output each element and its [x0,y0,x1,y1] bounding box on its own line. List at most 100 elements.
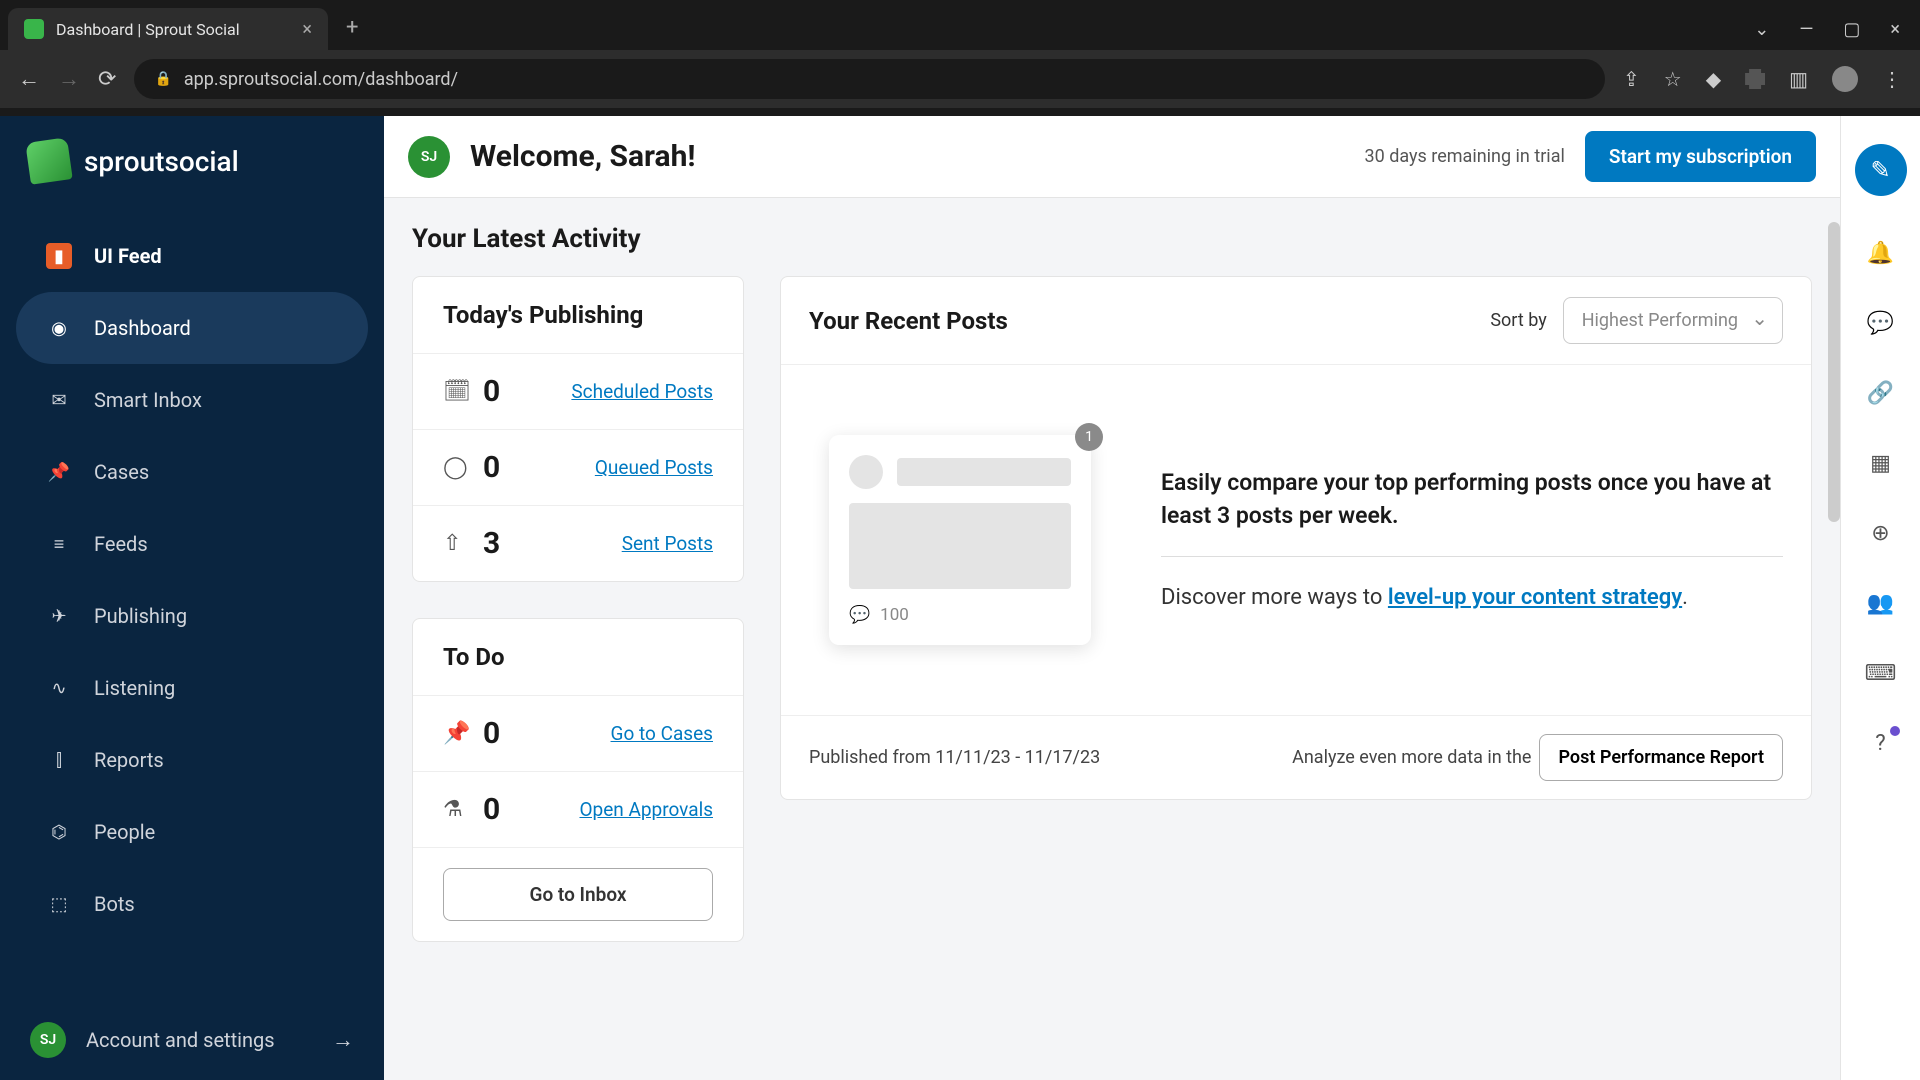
window-controls: ⌄ — ▢ × [1754,19,1920,40]
sidebar-item-feeds[interactable]: ≡ Feeds [16,508,368,580]
url-input[interactable]: 🔒 app.sproutsocial.com/dashboard/ [134,59,1605,99]
queue-icon: ◯ [443,455,473,480]
gauge-icon: ◉ [46,318,72,339]
sidebar-item-bots[interactable]: ⬚ Bots [16,868,368,940]
sidebar-item-reports[interactable]: ⫿ Reports [16,724,368,796]
bookmark-icon[interactable]: ☆ [1664,67,1682,91]
topbar: SJ Welcome, Sarah! 30 days remaining in … [384,116,1840,198]
nav-label: UI Feed [94,244,162,268]
content-scroll[interactable]: Your Latest Activity Today's Publishing … [384,198,1840,1080]
count: 0 [483,792,500,827]
pencil-icon: ✎ [1870,156,1890,184]
sidebar-item-listening[interactable]: ∿ Listening [16,652,368,724]
bot-icon: ⬚ [46,894,72,915]
trial-status: 30 days remaining in trial [1365,146,1565,167]
go-to-inbox-button[interactable]: Go to Inbox [443,868,713,921]
approvals-row: ⚗ 0 Open Approvals [413,771,743,847]
team-button[interactable]: 👥 [1868,590,1894,616]
count: 0 [483,374,500,409]
posts-header: Your Recent Posts Sort by Highest Perfor… [781,277,1811,364]
keyboard-button[interactable]: ⌨ [1868,660,1894,686]
extensions-icon[interactable] [1745,69,1765,89]
nav-label: Cases [94,460,149,484]
logo[interactable]: sproutsocial [0,140,384,182]
reload-button[interactable]: ⟳ [98,67,116,92]
account-settings-button[interactable]: SJ Account and settings → [0,1000,384,1080]
comment-icon: 💬 [849,605,870,625]
nav-label: Account and settings [86,1028,275,1052]
right-column: Your Recent Posts Sort by Highest Perfor… [780,276,1812,800]
card-title: Your Recent Posts [809,307,1008,335]
go-to-cases-link[interactable]: Go to Cases [611,722,713,745]
sort-select[interactable]: Highest Performing [1563,297,1783,344]
link-button[interactable]: 🔗 [1868,380,1894,406]
back-button[interactable]: ← [18,66,40,92]
post-meta: 💬 100 [849,605,1071,625]
share-icon[interactable]: ⇪ [1623,67,1640,91]
notifications-button[interactable]: 🔔 [1868,240,1894,266]
scrollbar[interactable] [1828,222,1840,522]
scheduled-posts-row: 🗓 0 Scheduled Posts [413,353,743,429]
menu-icon[interactable]: ⋮ [1882,67,1902,91]
chat-button[interactable]: 💬 [1868,310,1894,336]
published-range: Published from 11/11/23 - 11/17/23 [809,747,1100,768]
url-text: app.sproutsocial.com/dashboard/ [184,69,458,90]
todo-card: To Do 📌 0 Go to Cases ⚗ 0 Open Approvals [412,618,744,942]
count: 0 [483,716,500,751]
post-placeholder: 1 💬 100 [829,435,1091,645]
new-tab-button[interactable]: + [346,15,358,40]
minimize-icon[interactable]: — [1799,19,1813,40]
queued-posts-link[interactable]: Queued Posts [595,456,713,479]
chevron-down-icon[interactable]: ⌄ [1754,19,1769,40]
todays-publishing-card: Today's Publishing 🗓 0 Scheduled Posts ◯… [412,276,744,582]
extension-badge-icon[interactable]: ◆ [1706,67,1721,91]
apps-button[interactable]: ▦ [1868,450,1894,476]
forward-button[interactable]: → [58,66,80,92]
welcome-heading: Welcome, Sarah! [470,139,696,174]
brand-text: sproutsocial [84,145,239,178]
nav-label: Feeds [94,532,148,556]
sidebar-item-ui-feed[interactable]: ▮ UI Feed [16,220,368,292]
open-approvals-link[interactable]: Open Approvals [579,798,713,821]
nav-label: Smart Inbox [94,388,202,412]
cases-row: 📌 0 Go to Cases [413,695,743,771]
close-tab-icon[interactable]: × [302,19,312,40]
latest-activity-heading: Your Latest Activity [412,224,1812,254]
count: 0 [483,450,500,485]
folder-icon: ▮ [46,243,72,269]
start-subscription-button[interactable]: Start my subscription [1585,131,1816,182]
sidebar-item-cases[interactable]: 📌 Cases [16,436,368,508]
sent-posts-link[interactable]: Sent Posts [622,532,713,555]
content-strategy-link[interactable]: level-up your content strategy [1388,585,1682,610]
add-button[interactable]: ⊕ [1868,520,1894,546]
people-icon: ⌬ [46,822,72,843]
comment-count: 100 [880,605,909,625]
posts-copy: Easily compare your top performing posts… [1161,466,1783,615]
profile-avatar-icon[interactable] [1832,66,1858,92]
posts-body: 1 💬 100 Easily compare your top performi… [781,364,1811,715]
nav-label: Bots [94,892,135,916]
posts-sub: Discover more ways to level-up your cont… [1161,581,1783,614]
sidebar-item-publishing[interactable]: ✈ Publishing [16,580,368,652]
leaf-icon [25,137,72,184]
close-window-icon[interactable]: × [1890,19,1900,40]
maximize-icon[interactable]: ▢ [1843,19,1860,40]
help-button[interactable]: ? [1868,730,1894,756]
sidepanel-icon[interactable]: ▥ [1789,67,1808,91]
sidebar-item-people[interactable]: ⌬ People [16,796,368,868]
pin-icon: 📌 [46,462,72,483]
sort-label: Sort by [1490,310,1546,331]
browser-tab[interactable]: Dashboard | Sprout Social × [8,8,328,50]
queued-posts-row: ◯ 0 Queued Posts [413,429,743,505]
compose-button[interactable]: ✎ [1855,144,1907,196]
card-title: To Do [413,619,743,695]
sidebar-item-smart-inbox[interactable]: ✉ Smart Inbox [16,364,368,436]
send-icon: ✈ [46,606,72,627]
sidebar-item-dashboard[interactable]: ◉ Dashboard [16,292,368,364]
post-performance-report-button[interactable]: Post Performance Report [1539,734,1783,781]
inbox-action-row: Go to Inbox [413,847,743,941]
address-bar: ← → ⟳ 🔒 app.sproutsocial.com/dashboard/ … [0,50,1920,108]
scheduled-posts-link[interactable]: Scheduled Posts [571,380,713,403]
nav-label: People [94,820,155,844]
inbox-icon: ✉ [46,390,72,411]
